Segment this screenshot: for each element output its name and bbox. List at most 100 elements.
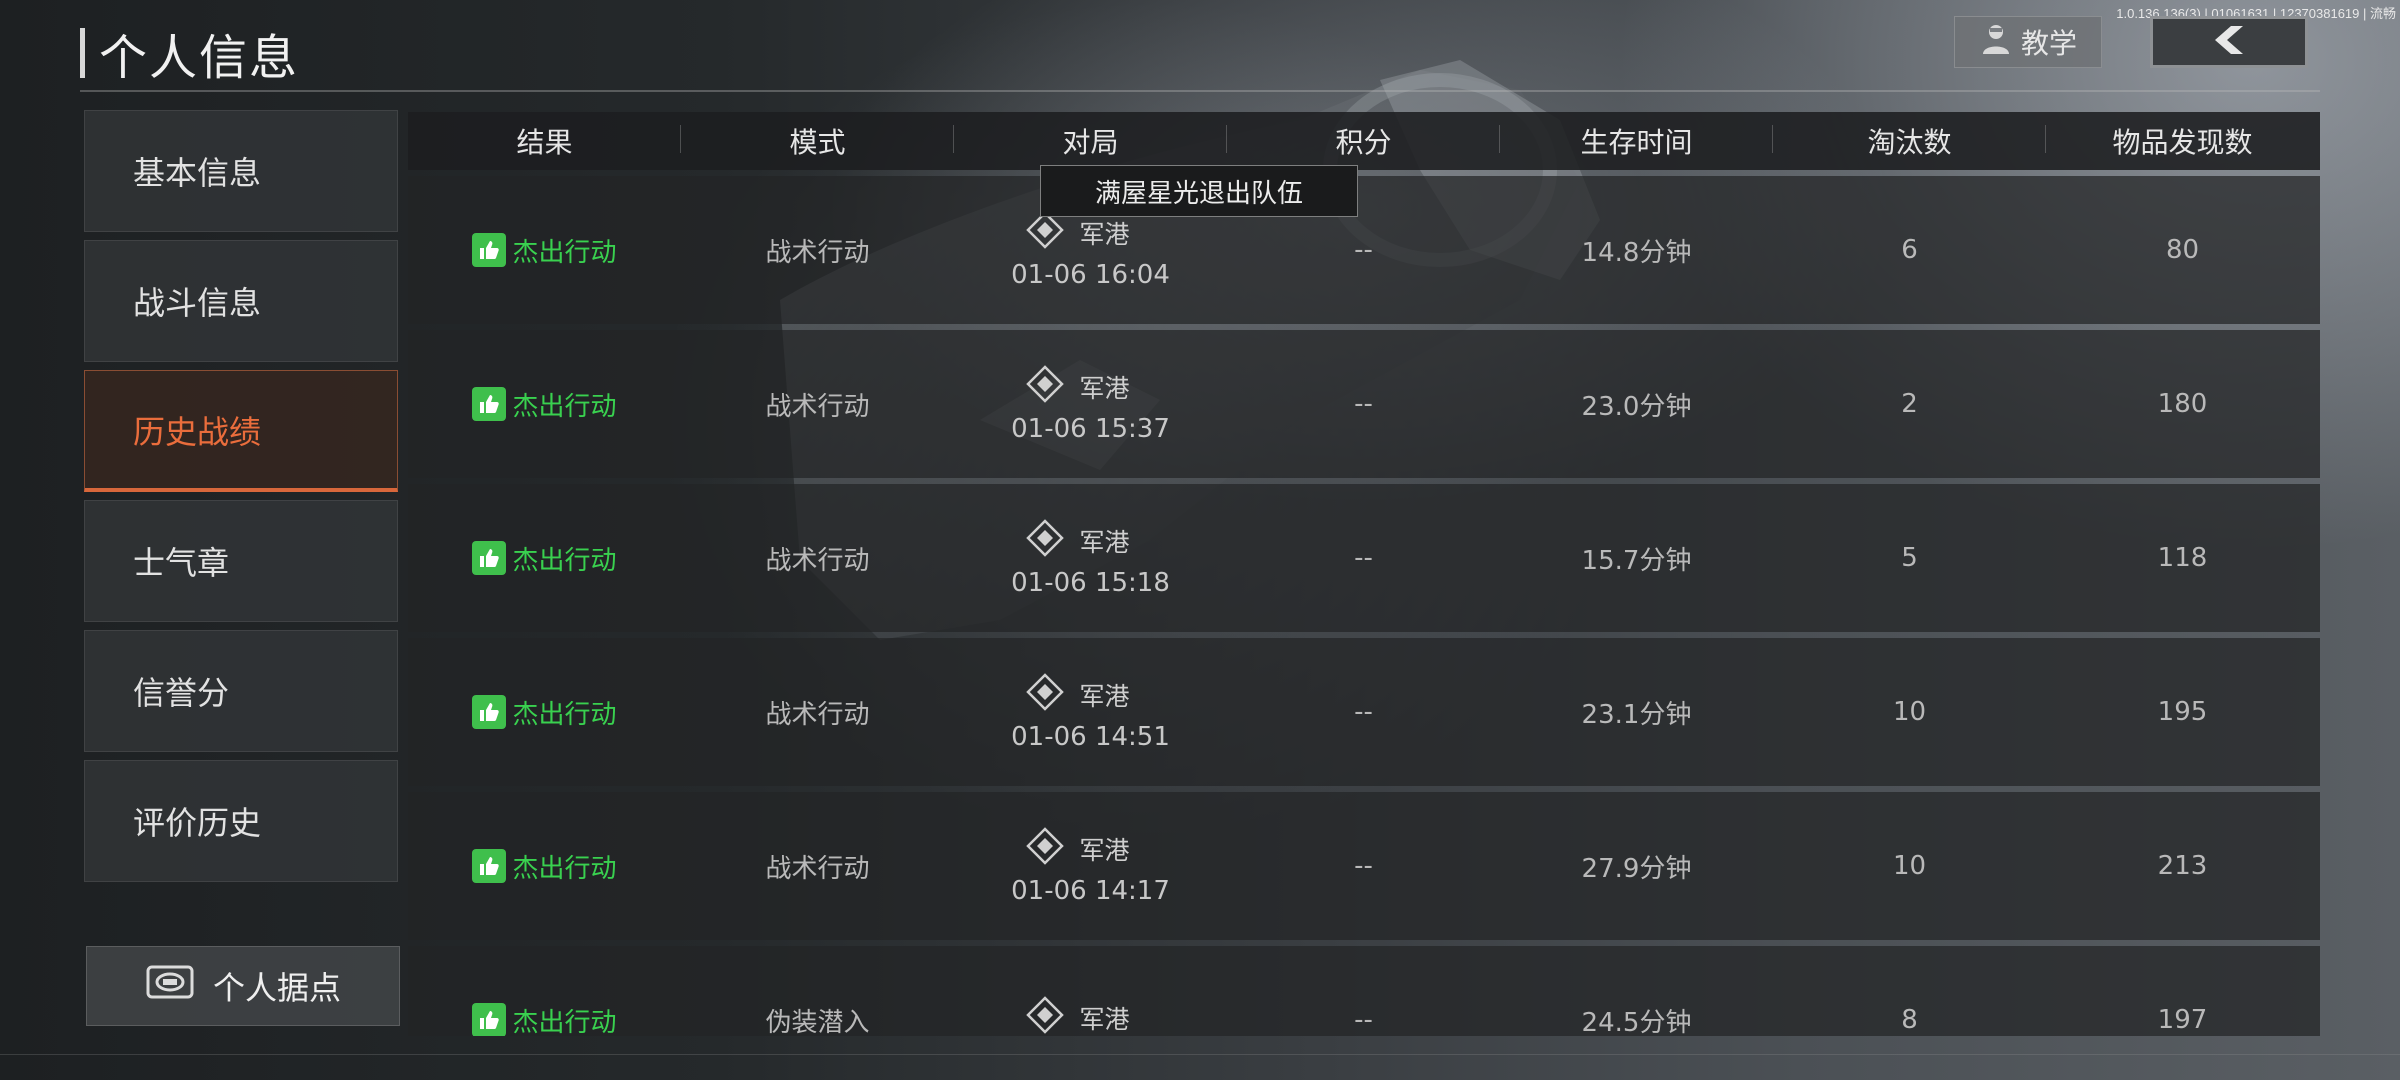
map-diamond-icon [1025, 995, 1065, 1036]
match-cell: 军港 01-06 14:51 [954, 672, 1227, 752]
kills-cell: 2 [1901, 389, 1918, 419]
survival-cell: 23.0分钟 [1581, 391, 1692, 422]
thumbs-up-icon [472, 1003, 507, 1036]
chevron-left-icon [2209, 24, 2249, 60]
sidebar-item-label: 历史战绩 [133, 412, 262, 451]
items-cell: 180 [2157, 389, 2208, 419]
kills-cell: 5 [1901, 543, 1918, 573]
map-diamond-icon [1025, 518, 1065, 564]
sidebar-item-label: 评价历史 [133, 804, 262, 842]
history-table: 结果 模式 对局 积分 生存时间 淘汰数 物品发现数 杰出行动 战术行动 军港 … [408, 112, 2320, 1036]
survival-cell: 23.1分钟 [1581, 699, 1692, 730]
match-cell: 军港 01-06 14:17 [954, 826, 1227, 906]
table-header: 结果 模式 对局 积分 生存时间 淘汰数 物品发现数 [408, 112, 2320, 170]
column-header-mode: 模式 [681, 121, 954, 161]
teach-button[interactable]: 教学 [1954, 16, 2102, 68]
thumbs-up-icon [472, 233, 507, 267]
sidebar-item-morale-badge[interactable]: 士气章 [84, 500, 398, 622]
mode-cell: 战术行动 [765, 391, 870, 422]
column-header-survival: 生存时间 [1500, 121, 1773, 161]
score-cell: -- [1354, 235, 1373, 265]
result-cell: 杰出行动 [408, 1002, 681, 1037]
table-row[interactable]: 杰出行动 战术行动 军港 01-06 14:17 -- 27.9分钟 10 21… [408, 792, 2320, 940]
result-cell: 杰出行动 [408, 386, 681, 423]
map-name: 军港 [1079, 682, 1130, 711]
sidebar-item-history[interactable]: 历史战绩 [84, 370, 398, 492]
column-header-items: 物品发现数 [2112, 126, 2253, 159]
items-cell: 213 [2157, 851, 2208, 881]
score-cell: -- [1354, 389, 1373, 419]
result-label: 杰出行动 [512, 853, 617, 884]
match-cell: 军港 01-06 16:04 [954, 210, 1227, 290]
table-row[interactable]: 杰出行动 战术行动 军港 01-06 15:18 -- 15.7分钟 5 118 [408, 484, 2320, 632]
survival-cell: 24.5分钟 [1581, 1007, 1692, 1037]
result-cell: 杰出行动 [408, 848, 681, 885]
table-row[interactable]: 杰出行动 战术行动 军港 01-06 16:04 -- 14.8分钟 6 80 [408, 176, 2320, 324]
map-name: 军港 [1079, 374, 1130, 403]
sidebar: 基本信息 战斗信息 历史战绩 士气章 信誉分 评价历史 [84, 110, 398, 890]
table-row[interactable]: 杰出行动 战术行动 军港 01-06 15:37 -- 23.0分钟 2 180 [408, 330, 2320, 478]
score-cell: -- [1354, 697, 1373, 727]
person-icon [1979, 22, 2013, 63]
column-header-kills: 淘汰数 [1773, 121, 2046, 161]
mode-cell: 战术行动 [765, 237, 870, 268]
kills-cell: 10 [1892, 697, 1927, 727]
personal-base-label: 个人据点 [212, 969, 341, 1007]
items-cell: 197 [2157, 1005, 2208, 1035]
thumbs-up-icon [472, 695, 507, 729]
teach-label: 教学 [2020, 27, 2077, 60]
score-cell: -- [1354, 1005, 1373, 1035]
kills-cell: 8 [1901, 1005, 1918, 1035]
result-label: 杰出行动 [512, 391, 617, 422]
match-time: 01-06 15:37 [1011, 414, 1170, 444]
table-row[interactable]: 杰出行动 伪装潜入 军港 -- 24.5分钟 8 197 [408, 946, 2320, 1036]
map-diamond-icon [1025, 826, 1065, 872]
survival-cell: 27.9分钟 [1581, 853, 1692, 884]
back-button[interactable] [2150, 16, 2308, 68]
score-cell: -- [1354, 543, 1373, 573]
survival-cell: 14.8分钟 [1581, 237, 1692, 268]
items-cell: 195 [2157, 697, 2208, 727]
map-diamond-icon [1025, 672, 1065, 718]
result-label: 杰出行动 [512, 1007, 617, 1037]
items-cell: 80 [2165, 235, 2200, 265]
score-cell: -- [1354, 851, 1373, 881]
match-cell: 军港 01-06 15:37 [954, 364, 1227, 444]
column-header-result: 结果 [408, 121, 681, 161]
match-cell: 军港 01-06 15:18 [954, 518, 1227, 598]
result-label: 杰出行动 [512, 237, 617, 268]
sidebar-item-label: 士气章 [133, 544, 230, 582]
table-row[interactable]: 杰出行动 战术行动 军港 01-06 14:51 -- 23.1分钟 10 19… [408, 638, 2320, 786]
personal-base-button[interactable]: 个人据点 [86, 946, 400, 1026]
header-divider [80, 90, 2320, 92]
match-time: 01-06 15:18 [1011, 568, 1170, 598]
sidebar-item-review-history[interactable]: 评价历史 [84, 760, 398, 882]
map-diamond-icon [1025, 364, 1065, 410]
tooltip: 满屋星光退出队伍 [1040, 165, 1358, 217]
sidebar-item-credit-score[interactable]: 信誉分 [84, 630, 398, 752]
thumbs-up-icon [472, 541, 507, 575]
result-cell: 杰出行动 [408, 694, 681, 731]
base-icon [145, 962, 195, 1010]
thumbs-up-icon [472, 387, 507, 421]
column-header-score: 积分 [1227, 121, 1500, 161]
thumbs-up-icon [472, 849, 507, 883]
kills-cell: 10 [1892, 851, 1927, 881]
map-name: 军港 [1079, 220, 1130, 249]
result-cell: 杰出行动 [408, 232, 681, 269]
page-title: 个人信息 [99, 30, 300, 86]
column-header-match: 对局 [954, 121, 1227, 161]
sidebar-item-battle-info[interactable]: 战斗信息 [84, 240, 398, 362]
mode-cell: 战术行动 [765, 699, 870, 730]
map-name: 军港 [1079, 528, 1130, 557]
survival-cell: 15.7分钟 [1581, 545, 1692, 576]
sidebar-item-basic-info[interactable]: 基本信息 [84, 110, 398, 232]
match-time: 01-06 14:51 [1011, 722, 1170, 752]
match-time: 01-06 14:17 [1011, 876, 1170, 906]
sidebar-item-label: 信誉分 [133, 674, 230, 712]
mode-cell: 战术行动 [765, 853, 870, 884]
page-header: 个人信息 [80, 26, 299, 86]
sidebar-item-label: 基本信息 [133, 154, 262, 192]
match-time: 01-06 16:04 [1011, 260, 1170, 290]
map-name: 军港 [1079, 836, 1130, 865]
